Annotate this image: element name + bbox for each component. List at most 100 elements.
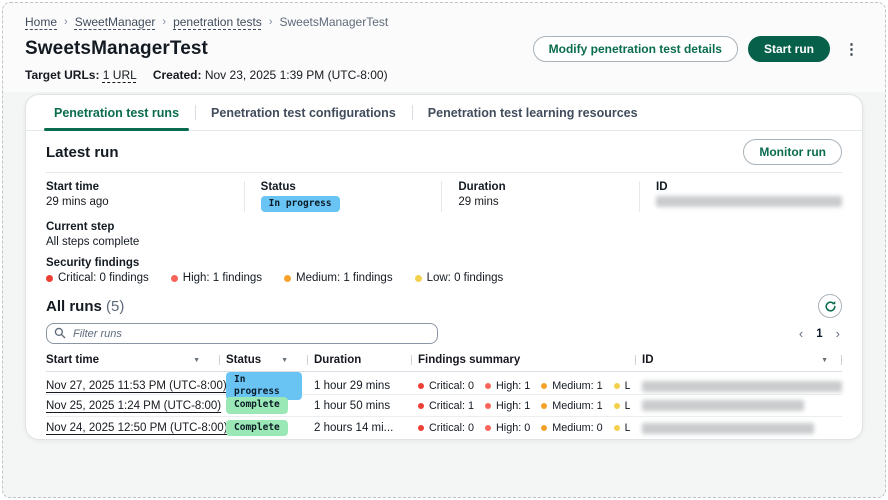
status-badge: In progress xyxy=(226,372,302,400)
target-urls-meta: Target URLs: 1 URL xyxy=(25,68,137,82)
latest-run-summary: Start time 29 mins ago Status In progres… xyxy=(46,173,842,212)
page-header: Home›SweetManager›penetration tests›Swee… xyxy=(3,3,885,92)
sort-caret-icon: ▼ xyxy=(193,357,206,364)
finding-label: High: 0 xyxy=(496,422,530,434)
created-meta: Created: Nov 23, 2025 1:39 PM (UTC-8:00) xyxy=(153,68,388,82)
refresh-button[interactable] xyxy=(818,294,842,318)
severity-dot-low-icon xyxy=(614,383,620,389)
cell-findings-summary: Critical: 0 High: 1 Medium: 1 Low: 0 xyxy=(418,380,630,392)
breadcrumb-separator: › xyxy=(64,16,68,28)
finding-low: Low: 0 xyxy=(614,400,630,412)
breadcrumb-link[interactable]: penetration tests xyxy=(173,15,262,29)
column-header-findings-summary[interactable]: Findings summary xyxy=(418,354,630,366)
finding-high: High: 1 xyxy=(485,380,530,392)
security-findings-row: Critical: 0 findingsHigh: 1 findingsMedi… xyxy=(46,272,842,284)
latest-run-section: Latest run Monitor run Start time 29 min… xyxy=(26,131,862,284)
cell-id xyxy=(642,380,842,392)
status-badge: Complete xyxy=(226,397,288,413)
breadcrumb-link[interactable]: SweetManager xyxy=(75,15,156,29)
monitor-run-button[interactable]: Monitor run xyxy=(743,139,842,165)
severity-dot-critical-icon xyxy=(418,403,424,409)
next-page-icon[interactable]: › xyxy=(834,326,842,341)
column-header-label: Status xyxy=(226,354,261,366)
run-start-time-link[interactable]: Nov 24, 2025 12:50 PM (UTC-8:00) xyxy=(46,422,228,434)
column-header-duration[interactable]: Duration xyxy=(314,354,406,366)
severity-dot-critical-icon xyxy=(418,383,424,389)
breadcrumb: Home›SweetManager›penetration tests›Swee… xyxy=(25,15,863,29)
target-urls-label: Target URLs: xyxy=(25,68,99,82)
finding-label: Medium: 0 xyxy=(552,422,602,434)
severity-dot-high-icon xyxy=(171,275,178,282)
current-page-number[interactable]: 1 xyxy=(816,328,822,340)
column-header-label: ID xyxy=(642,354,654,366)
column-header-label: Findings summary xyxy=(418,354,520,366)
tab-bar: Penetration test runsPenetration test co… xyxy=(26,95,862,131)
created-value: Nov 23, 2025 1:39 PM (UTC-8:00) xyxy=(205,68,388,82)
target-urls-link[interactable]: 1 URL xyxy=(103,68,137,82)
cell-findings-summary: Critical: 0High: 0Medium: 0Low: 0 xyxy=(418,422,630,434)
refresh-icon xyxy=(824,300,837,313)
finding-label: Medium: 1 xyxy=(552,380,602,392)
column-header-label: Duration xyxy=(314,354,361,366)
finding-label: Medium: 1 xyxy=(552,400,602,412)
severity-dot-critical-icon xyxy=(418,425,424,431)
sort-caret-icon: ▼ xyxy=(281,357,294,364)
column-header-status[interactable]: Status ▼ xyxy=(226,354,302,366)
all-runs-section: All runs (5) xyxy=(26,284,862,440)
cell-start-time: Nov 27, 2025 11:53 PM (UTC-8:00) xyxy=(46,380,214,392)
finding-label: Medium: 1 findings xyxy=(296,272,393,284)
cell-status: Complete xyxy=(226,397,302,413)
finding-high: High: 0 xyxy=(485,422,530,434)
tab-penetration-test-configurations[interactable]: Penetration test configurations xyxy=(195,95,412,130)
column-header-id[interactable]: ID▼ xyxy=(642,354,842,366)
finding-medium: Medium: 1 xyxy=(541,400,602,412)
finding-critical: Critical: 0 xyxy=(418,422,474,434)
modify-penetration-test-details-button[interactable]: Modify penetration test details xyxy=(533,36,738,62)
kv-label: ID xyxy=(656,181,842,193)
column-header-start-time[interactable]: Start time ▼ xyxy=(46,354,214,366)
kv-duration: Duration 29 mins xyxy=(441,181,639,212)
kv-value: 29 mins xyxy=(458,196,639,208)
filter-runs-input[interactable] xyxy=(46,323,438,344)
finding-label: Critical: 1 xyxy=(429,400,474,412)
security-findings-label: Security findings xyxy=(46,257,842,269)
cell-status: Complete xyxy=(226,420,302,436)
finding-critical: Critical: 1 xyxy=(418,400,474,412)
previous-page-icon[interactable]: ‹ xyxy=(797,326,805,341)
page-meta: Target URLs: 1 URL Created: Nov 23, 2025… xyxy=(25,68,863,82)
tab-penetration-test-learning-resources[interactable]: Penetration test learning resources xyxy=(412,95,654,130)
cell-duration: 1 hour 50 mins xyxy=(314,400,406,412)
run-start-time-link[interactable]: Nov 25, 2025 1:24 PM (UTC-8:00) xyxy=(46,400,221,412)
cell-duration: 1 hour 29 mins xyxy=(314,380,406,392)
created-label: Created: xyxy=(153,68,202,82)
finding-label: Low: 0 findings xyxy=(427,272,504,284)
more-actions-icon[interactable]: ⋮ xyxy=(840,38,863,60)
screenshot-frame: Home›SweetManager›penetration tests›Swee… xyxy=(2,2,886,498)
search-icon xyxy=(54,327,66,339)
finding-critical: Critical: 0 xyxy=(418,380,474,392)
table-toolbar: ‹ 1 › xyxy=(46,323,842,344)
cell-findings-summary: Critical: 1 High: 1 Medium: 1 Low: 0 xyxy=(418,400,630,412)
tab-penetration-test-runs[interactable]: Penetration test runs xyxy=(38,95,195,130)
finding-label: Low: 0 xyxy=(625,380,630,392)
table-row: Nov 27, 2025 11:53 PM (UTC-8:00)In progr… xyxy=(46,372,842,395)
table-body: Nov 27, 2025 11:53 PM (UTC-8:00) In progr… xyxy=(46,372,842,440)
cell-start-time: Nov 25, 2025 1:24 PM (UTC-8:00) xyxy=(46,400,214,412)
kv-label: Duration xyxy=(458,181,639,193)
kv-id: ID xyxy=(639,181,842,212)
run-start-time-link[interactable]: Nov 27, 2025 11:53 PM (UTC-8:00) xyxy=(46,380,227,392)
finding-low: Low: 0 xyxy=(614,380,630,392)
start-run-button[interactable]: Start run xyxy=(748,36,830,62)
severity-dot-medium-icon xyxy=(541,425,547,431)
breadcrumb-link[interactable]: Home xyxy=(25,15,57,29)
kv-status: Status In progress xyxy=(244,181,442,212)
severity-dot-low-icon xyxy=(614,425,620,431)
severity-dot-low-icon xyxy=(415,275,422,282)
redacted-id-value xyxy=(642,423,814,434)
page-title: SweetsManagerTest xyxy=(25,38,208,60)
status-badge: Complete xyxy=(226,420,288,436)
column-header-label: Start time xyxy=(46,354,99,366)
finding-label: Low: 0 xyxy=(625,400,630,412)
severity-dot-medium-icon xyxy=(284,275,291,282)
finding-label: High: 1 xyxy=(496,400,530,412)
